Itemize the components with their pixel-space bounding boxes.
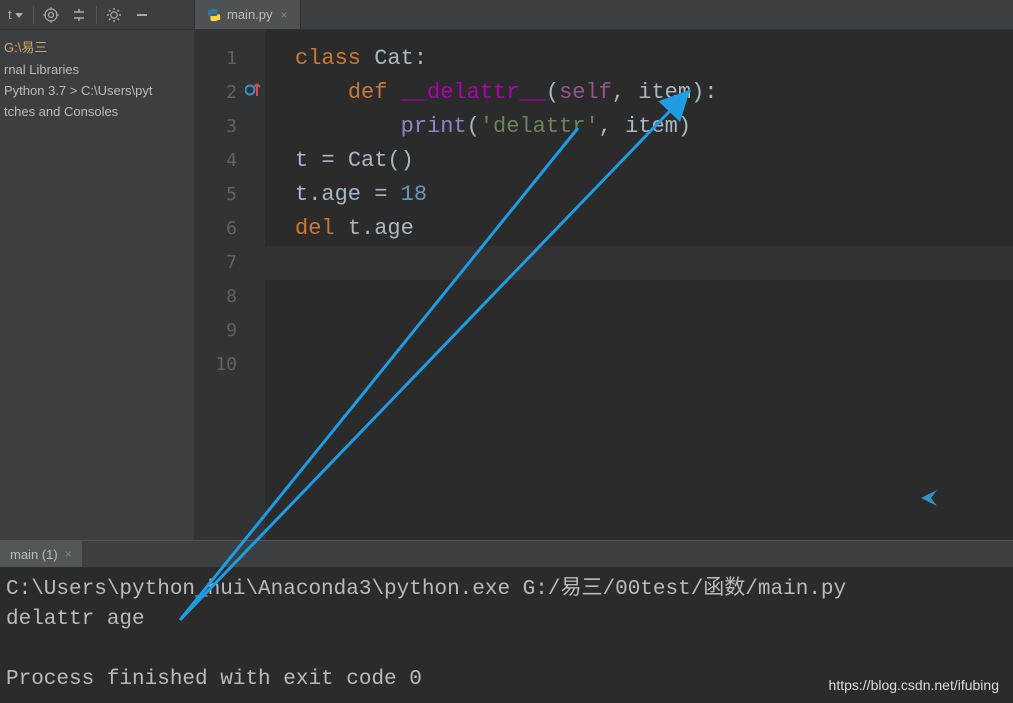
line-number: 10 [195,348,265,382]
main-row: G:\易三 rnal Libraries Python 3.7 > C:\Use… [0,30,1013,540]
tab-filename: main.py [227,7,273,22]
target-icon[interactable] [40,4,62,26]
code-line-9 [265,246,1013,280]
code-line-1: class Cat: [295,42,1013,76]
tree-item-root[interactable]: G:\易三 [0,34,194,59]
run-tab-label: main (1) [10,547,58,562]
line-number: 8 [195,280,265,314]
python-icon [207,8,221,22]
project-dropdown[interactable]: t [4,7,27,22]
code-line-6: t = Cat() [295,144,1013,178]
line-number: 7 [195,246,265,280]
tree-item-scratches[interactable]: tches and Consoles [0,101,194,122]
line-number: 9 [195,314,265,348]
line-number: 4 [195,144,265,178]
hide-icon[interactable] [131,4,153,26]
tab-main-py[interactable]: main.py × [195,0,301,29]
tree-item-python[interactable]: Python 3.7 > C:\Users\pyt [0,80,194,101]
line-number: 6 [195,212,265,246]
gear-icon[interactable] [103,4,125,26]
line-number: 1 [195,42,265,76]
tab-close-icon[interactable]: × [279,8,290,22]
console-line: C:\Users\python_hui\Anaconda3\python.exe… [6,578,846,601]
editor-tab-bar: main.py × [195,0,1013,29]
send-icon[interactable] [919,488,939,508]
editor[interactable]: 1 2 3 4 5 6 7 8 9 10 class Cat: def __de… [195,30,1013,540]
side-toolbar: t [0,0,195,29]
watermark: https://blog.csdn.net/ifubing [829,677,999,693]
code-area[interactable]: class Cat: def __delattr__(self, item): … [265,30,1013,540]
code-line-7: t.age = 18 [295,178,1013,212]
line-number: 5 [195,178,265,212]
run-tab-bar: main (1) × [0,541,1013,567]
override-marker-icon[interactable] [245,82,261,98]
line-number: 3 [195,110,265,144]
collapse-icon[interactable] [68,4,90,26]
console-line: delattr age [6,608,145,631]
project-sidebar[interactable]: G:\易三 rnal Libraries Python 3.7 > C:\Use… [0,30,195,540]
code-line-8: del t.age [295,212,1013,246]
top-row: t main.py × [0,0,1013,30]
run-tab-close-icon[interactable]: × [63,547,74,561]
code-line-2: def __delattr__(self, item): [295,76,1013,110]
code-line-3: print('delattr', item) [295,110,1013,144]
tree-item-libs[interactable]: rnal Libraries [0,59,194,80]
line-number: 2 [195,76,265,110]
run-tab-main[interactable]: main (1) × [0,541,82,567]
console-line: Process finished with exit code 0 [6,668,422,691]
gutter: 1 2 3 4 5 6 7 8 9 10 [195,30,265,540]
